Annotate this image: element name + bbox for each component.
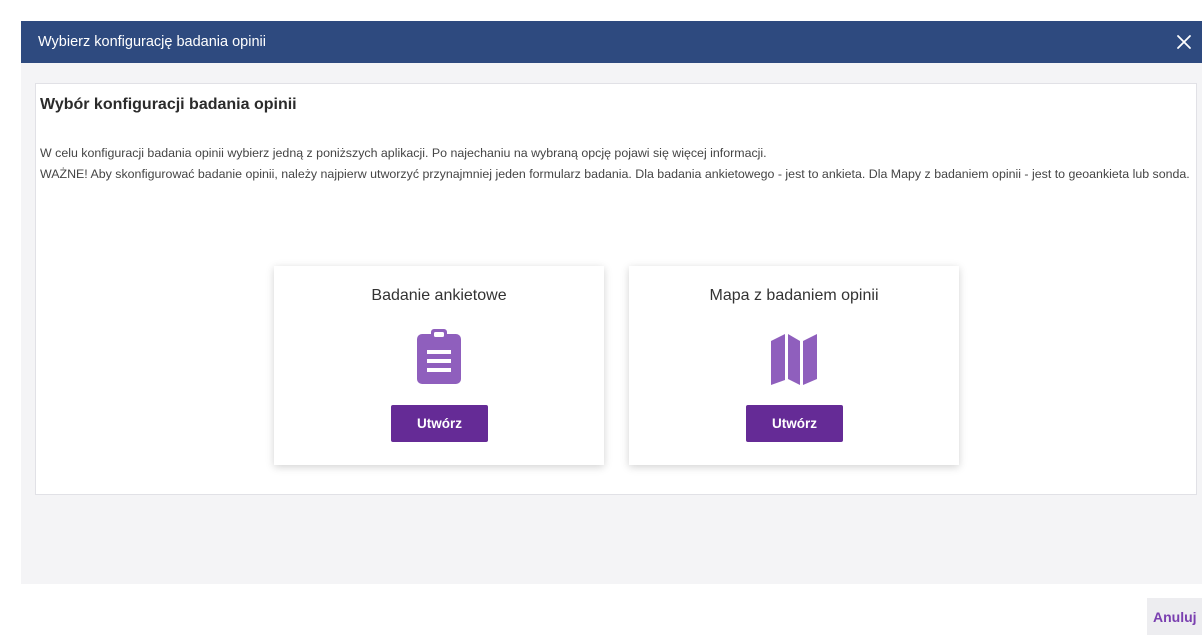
- card-title: Badanie ankietowe: [371, 287, 507, 304]
- config-dialog: Wybierz konfigurację badania opinii Wybó…: [21, 21, 1202, 642]
- panel-description: W celu konfiguracji badania opinii wybie…: [40, 143, 1190, 185]
- warning-paragraph: WAŻNE! Aby skonfigurować badanie opinii,…: [40, 167, 1190, 181]
- panel-heading: Wybór konfiguracji badania opinii: [40, 96, 297, 113]
- create-map-button[interactable]: Utwórz: [746, 405, 843, 442]
- description-paragraph: W celu konfiguracji badania opinii wybie…: [40, 146, 767, 160]
- close-icon[interactable]: [1172, 30, 1196, 54]
- dialog-footer: Anuluj: [21, 584, 1202, 642]
- clipboard-list-icon: [417, 329, 461, 384]
- config-panel: Wybór konfiguracji badania opinii W celu…: [35, 83, 1197, 495]
- dialog-header: Wybierz konfigurację badania opinii: [21, 21, 1202, 63]
- create-survey-button[interactable]: Utwórz: [391, 405, 488, 442]
- cancel-button[interactable]: Anuluj: [1147, 598, 1202, 635]
- dialog-title: Wybierz konfigurację badania opinii: [38, 34, 266, 50]
- card-title: Mapa z badaniem opinii: [709, 287, 879, 304]
- folded-map-icon: [771, 334, 817, 385]
- card-survey[interactable]: Badanie ankietowe Utwórz: [274, 266, 604, 465]
- dialog-body: Wybór konfiguracji badania opinii W celu…: [21, 63, 1202, 584]
- card-opinion-map[interactable]: Mapa z badaniem opinii Utwórz: [629, 266, 959, 465]
